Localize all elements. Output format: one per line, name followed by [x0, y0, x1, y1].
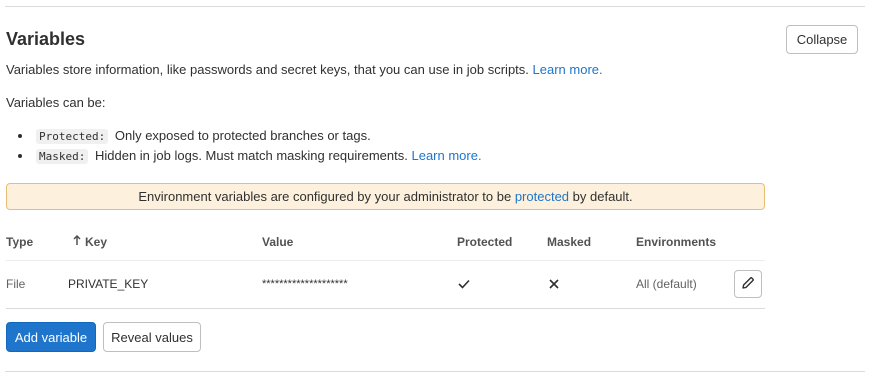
- alert-text-after: by default.: [572, 189, 633, 204]
- top-divider: [5, 6, 865, 7]
- masked-description: Hidden in job logs. Must match masking r…: [94, 148, 408, 163]
- column-header-key[interactable]: Key: [73, 234, 108, 249]
- description-text: Variables store information, like passwo…: [6, 62, 529, 77]
- protected-description: Only exposed to protected branches or ta…: [114, 128, 371, 143]
- pencil-icon: [741, 276, 755, 293]
- table-bottom-divider: [6, 308, 765, 309]
- key-header-label: Key: [85, 235, 108, 249]
- alert-text-before: Environment variables are configured by …: [138, 189, 512, 204]
- column-header-value: Value: [262, 235, 294, 249]
- column-header-type: Type: [6, 235, 34, 249]
- close-icon: [549, 278, 559, 292]
- edit-variable-button[interactable]: [734, 270, 762, 298]
- cell-type: File: [6, 277, 26, 291]
- variables-can-be-label: Variables can be:: [6, 95, 106, 110]
- protected-variables-alert: Environment variables are configured by …: [6, 183, 765, 210]
- reveal-values-button[interactable]: Reveal values: [103, 322, 201, 352]
- section-title: Variables: [6, 29, 86, 49]
- learn-more-link[interactable]: Learn more.: [533, 62, 603, 77]
- variable-options-list: Protected: Only exposed to protected bra…: [18, 127, 482, 167]
- column-header-masked: Masked: [547, 235, 592, 249]
- list-item-masked: Masked: Hidden in job logs. Must match m…: [18, 147, 482, 167]
- section-description: Variables store information, like passwo…: [6, 62, 603, 77]
- check-icon: [458, 278, 470, 292]
- masked-code: Masked:: [36, 149, 89, 164]
- table-header-divider: [6, 260, 765, 261]
- cell-value: ********************: [262, 278, 348, 290]
- column-header-protected: Protected: [457, 235, 513, 249]
- collapse-button[interactable]: Collapse: [786, 25, 858, 54]
- list-item-protected: Protected: Only exposed to protected bra…: [18, 127, 482, 147]
- cell-environments: All (default): [636, 277, 697, 291]
- alert-protected-link[interactable]: protected: [515, 189, 569, 204]
- sort-ascending-icon: [73, 234, 81, 249]
- protected-code: Protected:: [36, 129, 109, 144]
- bottom-divider: [5, 371, 865, 372]
- masked-learn-more-link[interactable]: Learn more.: [411, 148, 481, 163]
- cell-key[interactable]: PRIVATE_KEY: [68, 277, 148, 291]
- add-variable-button[interactable]: Add variable: [6, 322, 96, 352]
- column-header-environments: Environments: [636, 235, 717, 249]
